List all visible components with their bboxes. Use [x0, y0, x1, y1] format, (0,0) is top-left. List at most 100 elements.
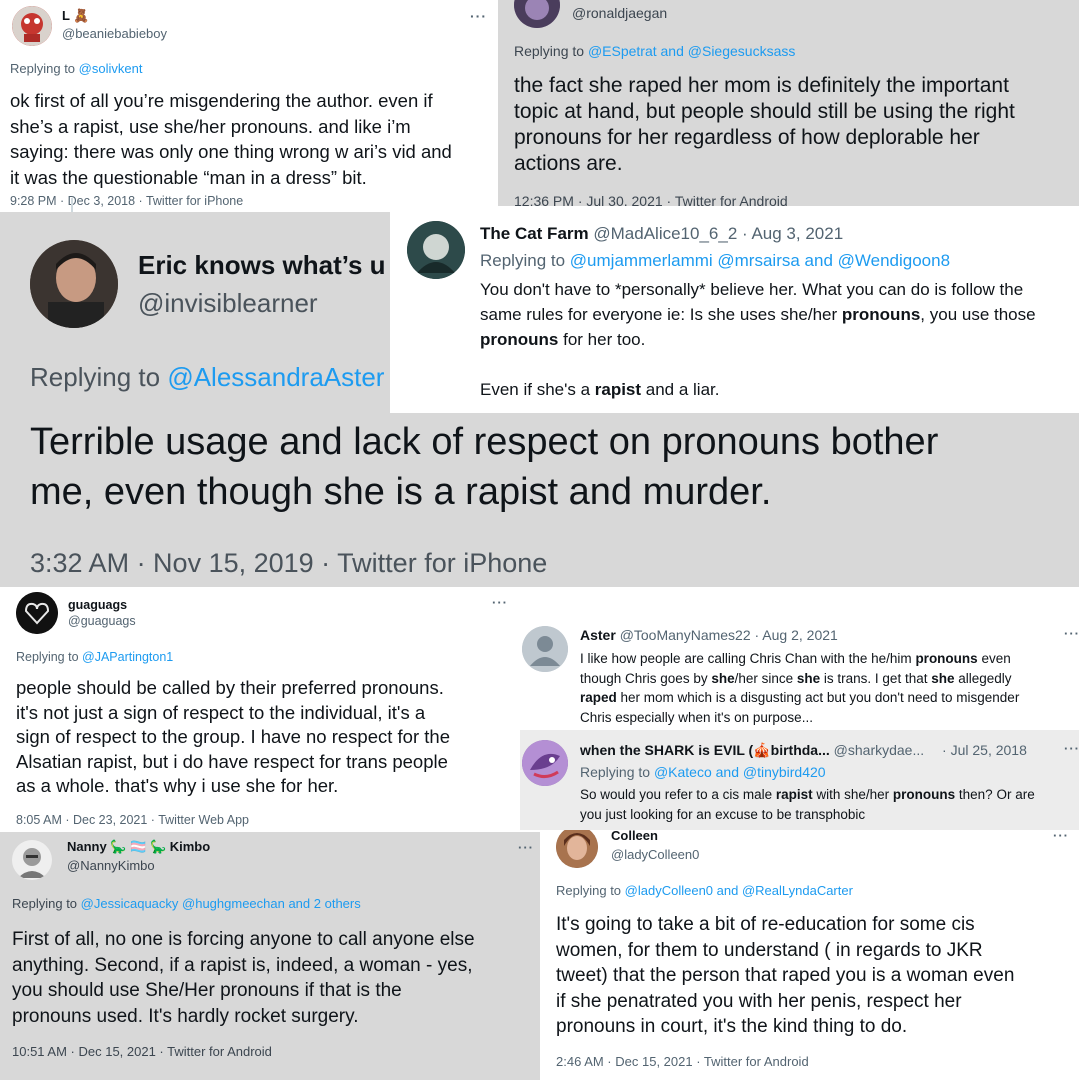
avatar[interactable]	[16, 592, 58, 634]
tweet-line: same rules for everyone ie: Is she uses …	[480, 305, 1036, 324]
tweet-line: It's going to take a bit of re-education…	[556, 914, 975, 935]
tweet-line: raped her mom which is a disgusting act …	[580, 690, 1020, 705]
author-handle[interactable]: @MadAlice10_6_2	[593, 224, 737, 243]
tweet-header: Aster @TooManyNames22 · Aug 2, 2021	[580, 627, 838, 643]
tweet-card-guaguags: guaguags @guaguags ··· Replying to @JAPa…	[0, 587, 520, 832]
tweet-line: pronouns for her regardless of how deplo…	[514, 126, 980, 149]
tweet-line: the fact she raped her mom is definitely…	[514, 74, 1009, 97]
author-handle[interactable]: @sharkydae...	[834, 742, 924, 758]
author-name[interactable]: L 🧸	[62, 8, 90, 24]
reply-prefix: Replying to	[480, 251, 566, 270]
tweet-card-beaniebabieboy: L 🧸 @beaniebabieboy ··· Replying to @sol…	[0, 0, 498, 212]
tweet-line: pronouns for her too.	[480, 330, 646, 349]
more-options-icon[interactable]: ···	[1064, 626, 1079, 641]
tweet-line: topic at hand, but people should still b…	[514, 100, 1015, 123]
tweet-line: You don't have to *personally* believe h…	[480, 280, 1024, 299]
tweet-line: actions are.	[514, 152, 623, 175]
author-handle[interactable]: @TooManyNames22	[620, 627, 751, 643]
tweet-header: when the SHARK is EVIL (🎪birthda... @sha…	[580, 742, 1027, 759]
avatar[interactable]	[522, 740, 568, 786]
more-options-icon[interactable]: ···	[518, 840, 534, 855]
tweet-line: you just looking for an excuse to be tra…	[580, 807, 866, 822]
reply-mention[interactable]: @JAPartington1	[82, 650, 173, 664]
author-name[interactable]: guaguags	[68, 598, 127, 612]
tweet-line: if she penatrated you with her penis, re…	[556, 990, 962, 1012]
author-handle[interactable]: @beaniebabieboy	[62, 26, 167, 41]
author-handle[interactable]: @guaguags	[68, 614, 136, 628]
reply-mention[interactable]: @Kateco and @tinybird420	[654, 764, 826, 780]
tweet-line: sign of respect to the group. I have no …	[16, 726, 450, 747]
tweet-line: women, for them to understand ( in regar…	[556, 939, 983, 961]
avatar-image-icon	[407, 221, 465, 279]
reply-mention[interactable]: @umjammerlammi @mrsairsa and @Wendigoon8	[570, 251, 950, 270]
replying-to: Replying to @ladyColleen0 and @RealLynda…	[556, 883, 853, 898]
avatar[interactable]	[556, 830, 598, 868]
tweet-line: me, even though she is a rapist and murd…	[30, 471, 772, 513]
avatar-image-icon	[12, 840, 52, 880]
more-options-icon[interactable]: ···	[492, 595, 508, 610]
reply-prefix: Replying to	[10, 61, 76, 76]
tweet-line: people should be called by their preferr…	[16, 677, 444, 698]
tweet-line: anything. Second, if a rapist is, indeed…	[12, 954, 473, 976]
replying-to: Replying to @JAPartington1	[16, 650, 173, 664]
tweet-footer[interactable]: 3:32 AM · Nov 15, 2019 · Twitter for iPh…	[30, 548, 547, 579]
author-handle[interactable]: @invisiblearner	[138, 288, 318, 319]
replying-to: Replying to @Kateco and @tinybird420	[580, 764, 826, 780]
avatar-image-icon	[16, 592, 58, 634]
tweet-card-ronaldjaegan: @ronaldjaegan Replying to @ESpetrat and …	[498, 0, 1079, 220]
tweet-line: ok first of all you’re misgendering the …	[10, 90, 433, 111]
tweet-header: The Cat Farm @MadAlice10_6_2 · Aug 3, 20…	[480, 224, 843, 244]
avatar[interactable]	[407, 221, 465, 279]
avatar[interactable]	[12, 6, 52, 46]
tweet-footer[interactable]: 9:28 PM · Dec 3, 2018 · Twitter for iPho…	[10, 194, 243, 208]
reply-prefix: Replying to	[12, 896, 78, 911]
more-options-icon[interactable]: ···	[470, 8, 487, 24]
reply-mention[interactable]: @ESpetrat and @Siegesucksass	[588, 43, 795, 59]
tweet-text: So would you refer to a cis male rapist …	[580, 785, 1035, 825]
tweet-line: it's not just a sign of respect to the i…	[16, 701, 426, 723]
reply-mention[interactable]: @AlessandraAster	[167, 362, 384, 392]
tweet-text: Terrible usage and lack of respect on pr…	[30, 417, 938, 517]
tweet-footer[interactable]: 10:51 AM · Dec 15, 2021 · Twitter for An…	[12, 1044, 272, 1059]
reply-prefix: Replying to	[16, 650, 79, 664]
tweet-card-catfarm: The Cat Farm @MadAlice10_6_2 · Aug 3, 20…	[390, 206, 1079, 413]
tweet-date[interactable]: · Aug 3, 2021	[742, 224, 843, 243]
replying-to: Replying to @ESpetrat and @Siegesucksass	[514, 43, 795, 59]
tweet-footer[interactable]: 8:05 AM · Dec 23, 2021 · Twitter Web App	[16, 813, 249, 827]
author-name[interactable]: Colleen	[611, 830, 658, 843]
avatar[interactable]	[30, 240, 118, 328]
tweet-line: First of all, no one is forcing anyone t…	[12, 929, 475, 950]
reply-mention[interactable]: @Jessicaquacky @hughgmeechan and 2 other…	[81, 896, 361, 911]
avatar[interactable]	[12, 840, 52, 880]
avatar-image-icon	[12, 6, 52, 46]
reply-mention[interactable]: @solivkent	[79, 61, 143, 76]
more-options-icon[interactable]: ···	[1053, 830, 1069, 843]
default-profile-icon	[522, 626, 568, 672]
author-name[interactable]: when the SHARK is EVIL (🎪birthda...	[580, 742, 830, 758]
avatar-image-icon	[556, 830, 598, 868]
replying-to: Replying to @solivkent	[10, 61, 142, 76]
author-name[interactable]: The Cat Farm	[480, 224, 589, 243]
reply-mention[interactable]: @ladyColleen0 and @RealLyndaCarter	[625, 883, 853, 898]
author-handle[interactable]: @ladyColleen0	[611, 847, 699, 862]
tweet-date[interactable]: · Jul 25, 2018	[942, 742, 1027, 758]
more-options-icon[interactable]: ···	[1064, 741, 1079, 756]
author-name[interactable]: Eric knows what’s u	[138, 250, 386, 281]
avatar-image-icon	[514, 0, 560, 28]
tweet-card-colleen: Colleen @ladyColleen0 ··· Replying to @l…	[540, 830, 1079, 1080]
tweet-text: First of all, no one is forcing anyone t…	[12, 927, 475, 1029]
author-handle[interactable]: @NannyKimbo	[67, 858, 155, 873]
tweet-text: the fact she raped her mom is definitely…	[514, 73, 1015, 177]
avatar[interactable]	[514, 0, 560, 28]
tweet-text: It's going to take a bit of re-education…	[556, 912, 1014, 1040]
author-handle[interactable]: @ronaldjaegan	[572, 5, 667, 21]
reply-prefix: Replying to	[30, 362, 161, 392]
replying-to: Replying to @umjammerlammi @mrsairsa and…	[480, 251, 950, 271]
author-name[interactable]: Nanny 🦕 🏳️‍⚧️ 🦕 Kimbo	[67, 839, 210, 855]
tweet-date[interactable]: · Aug 2, 2021	[755, 627, 838, 643]
author-name[interactable]: Aster	[580, 627, 616, 643]
tweet-footer[interactable]: 2:46 AM · Dec 15, 2021 · Twitter for And…	[556, 1054, 809, 1069]
avatar[interactable]	[522, 626, 568, 672]
tweet-line: you should use She/Her pronouns if that …	[12, 980, 402, 1001]
tweet-line: Alsatian rapist, but i do have respect f…	[16, 750, 448, 772]
